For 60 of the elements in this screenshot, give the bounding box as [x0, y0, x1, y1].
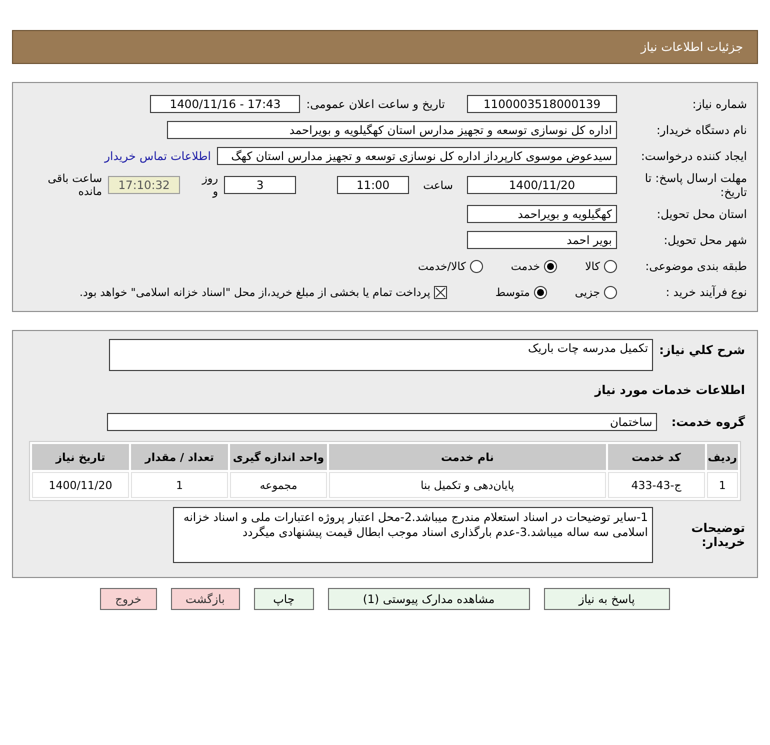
- field-label: شرح کلي نياز:: [659, 343, 745, 357]
- time-field: 11:00: [337, 176, 410, 194]
- column-header: نام خدمت: [329, 444, 606, 470]
- section-title: اطلاعات خدمات مورد نیاز: [594, 383, 745, 397]
- radio-button[interactable]: [544, 260, 558, 272]
- option-label: خدمت: [510, 260, 540, 272]
- province-field: کهگیلویه و بویراحمد: [467, 205, 617, 223]
- table-cell: پایان‌دهی و تکمیل بنا: [329, 472, 606, 498]
- radio-button[interactable]: [604, 286, 617, 298]
- table-cell: مجموعه: [230, 472, 327, 498]
- page-title: جزئیات اطلاعات نیاز: [640, 40, 743, 54]
- days-label: روز و: [200, 172, 218, 198]
- table-cell: 1: [706, 472, 738, 498]
- column-header: ردیف: [706, 444, 738, 470]
- radio-button[interactable]: [534, 286, 547, 298]
- requester-field: سیدعوض موسوی کارپرداز اداره کل نوسازی توسعه و تجهیز مدارس استان کهگ: [217, 147, 617, 165]
- option-label: کالا: [585, 260, 600, 272]
- buyer-field: اداره کل نوسازی توسعه و تجهیز مدارس استان کهگیلویه و بویراحمد: [167, 121, 617, 139]
- table-cell: ج-43-433: [608, 472, 705, 498]
- action-button[interactable]: چاپ: [254, 588, 314, 610]
- checkbox[interactable]: [434, 286, 448, 298]
- action-button[interactable]: بازگشت: [170, 588, 240, 610]
- remaining-label: ساعت باقی مانده: [46, 172, 102, 198]
- field-label: تاریخ و ساعت اعلان عمومی:: [306, 97, 445, 111]
- summary-field: تکمیل مدرسه چات باریک: [109, 339, 654, 371]
- option-label: کالا/خدمت: [418, 260, 466, 272]
- payment-text: پرداخت تمام یا بخشی از مبلغ خرید،از محل "اسناد خزانه اسلامی" خواهد بود.: [80, 286, 430, 298]
- remaining-time-field: 17:10:32: [108, 176, 180, 194]
- column-header: تعداد / مقدار: [131, 444, 228, 470]
- field-label: استان محل تحویل:: [656, 207, 747, 221]
- column-header: کد خدمت: [608, 444, 705, 470]
- date-field: 1400/11/16 - 17:43: [150, 95, 300, 113]
- field-label: شهر محل تحویل:: [662, 233, 747, 247]
- city-field: بویر احمد: [467, 231, 617, 249]
- action-button[interactable]: خروج: [100, 588, 157, 610]
- field-label: گروه خدمت:: [671, 415, 745, 429]
- field-label: نوع فرآیند خرید :: [664, 285, 747, 299]
- column-header: واحد اندازه گیری: [230, 444, 327, 470]
- table-cell: 1: [131, 472, 228, 498]
- days-field: 3: [224, 176, 296, 194]
- option-label: متوسط: [495, 286, 530, 298]
- field-label: ایجاد کننده درخواست:: [640, 149, 747, 163]
- field-label: مهلت ارسال پاسخ: تا تاریخ:: [644, 171, 747, 199]
- contact-link[interactable]: اطلاعات تماس خریدار: [104, 149, 211, 163]
- need-number-field: 1100003518000139: [467, 95, 617, 113]
- field-label: طبقه بندی موضوعی:: [644, 259, 747, 273]
- field-label: توضیحات خریدار:: [690, 521, 745, 549]
- option-label: جزیی: [574, 286, 600, 298]
- action-button[interactable]: پاسخ به نیاز: [544, 588, 670, 610]
- field-label: شماره نیاز:: [691, 97, 747, 111]
- radio-button[interactable]: [604, 260, 617, 272]
- time-label: ساعت: [423, 178, 453, 192]
- radio-button[interactable]: [470, 260, 483, 272]
- action-button[interactable]: مشاهده مدارک پیوستی (1): [328, 588, 530, 610]
- field-label: نام دستگاه خریدار:: [655, 123, 747, 137]
- notes-field: 1-سایر توضیحات در اسناد استعلام مندرج میباشد.2-محل اعتبار پروژه اعتبارات ملی و اسناد خزانه اسلامی سه ساله میباشد.3-عدم بارگذاری اسناد موجب ابطال قیمت پیشنهادی میگردد: [173, 507, 653, 563]
- service-group-field: ساختمان: [107, 413, 658, 431]
- date-field: 1400/11/20: [467, 176, 617, 194]
- table-cell: 1400/11/20: [32, 472, 129, 498]
- column-header: تاریخ نیاز: [32, 444, 129, 470]
